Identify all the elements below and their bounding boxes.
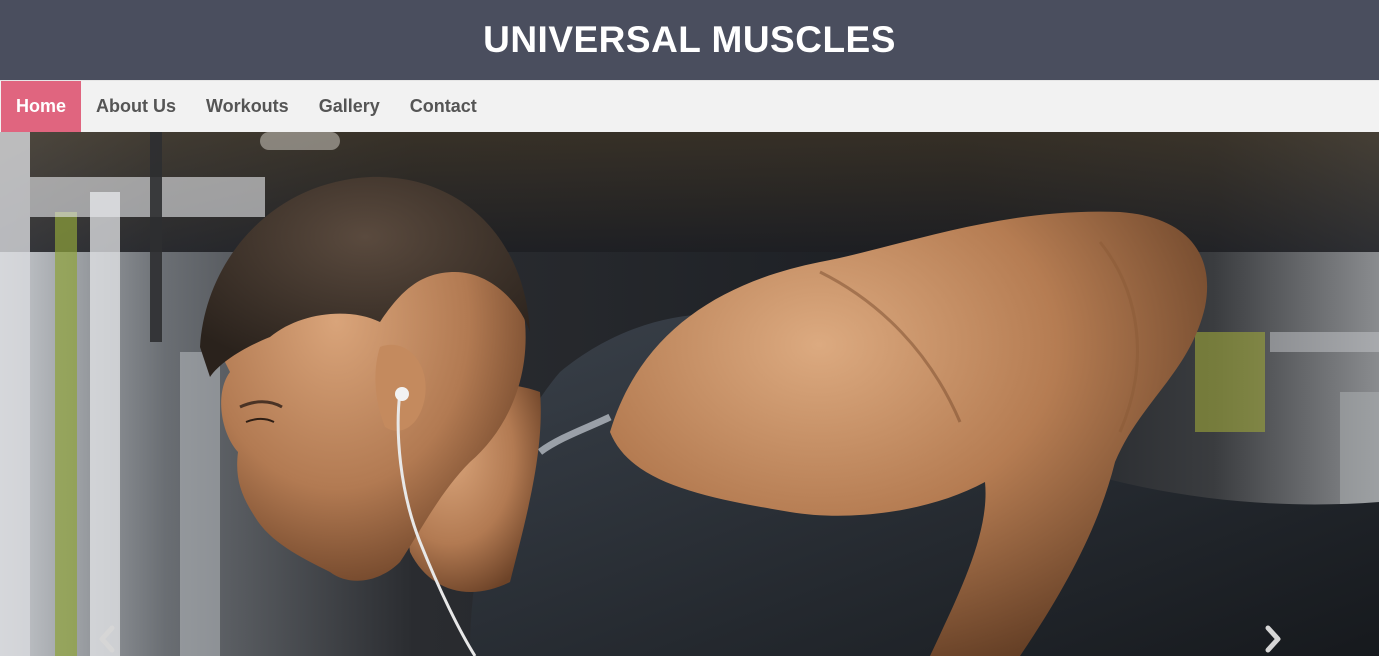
nav-item-home[interactable]: Home [1, 81, 82, 132]
carousel-prev-button[interactable] [92, 624, 122, 654]
chevron-right-icon [1265, 625, 1281, 653]
nav-item-contact[interactable]: Contact [395, 81, 492, 132]
hero-carousel [0, 132, 1379, 656]
nav-item-gallery[interactable]: Gallery [304, 81, 395, 132]
site-header: UNIVERSAL MUSCLES [0, 0, 1379, 80]
nav-item-workouts[interactable]: Workouts [191, 81, 304, 132]
hero-image [0, 132, 1379, 656]
carousel-next-button[interactable] [1258, 624, 1288, 654]
site-title: UNIVERSAL MUSCLES [483, 19, 896, 60]
main-nav: Home About Us Workouts Gallery Contact [0, 80, 1379, 132]
chevron-left-icon [99, 625, 115, 653]
nav-item-about-us[interactable]: About Us [81, 81, 191, 132]
